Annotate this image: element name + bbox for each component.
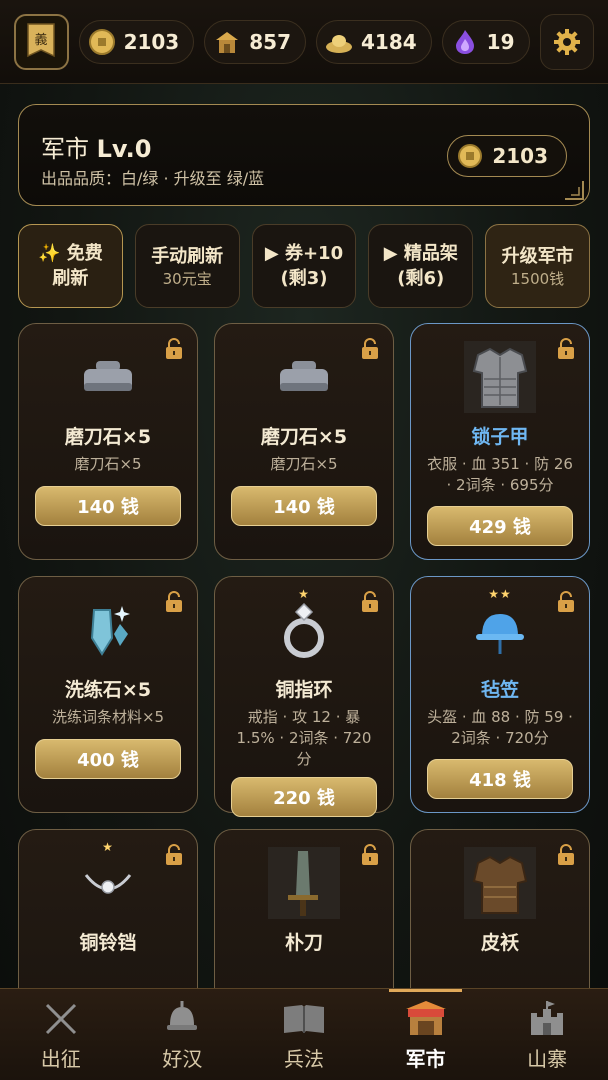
ring-icon [267, 593, 341, 667]
buy-button[interactable]: 429 钱 [427, 506, 573, 546]
item-card[interactable]: 朴刀 [214, 829, 394, 988]
svg-text:義: 義 [35, 32, 48, 48]
unlock-icon[interactable] [359, 844, 381, 866]
nav-item-market[interactable]: 军市 [365, 989, 487, 1080]
coin-icon [458, 144, 483, 168]
whetstone-icon [71, 340, 145, 414]
item-name: 铜指环 [275, 679, 333, 701]
item-desc: 磨刀石×5 [270, 455, 338, 473]
item-card[interactable]: 皮袄 [410, 829, 590, 988]
buy-button[interactable]: 140 钱 [35, 486, 181, 526]
market-header: 军市 Lv.0 出品品质：白/绿 · 升级至 绿/蓝 2103 [18, 104, 590, 206]
buy-button[interactable]: 140 钱 [231, 486, 377, 526]
helmet-icon [160, 997, 204, 1041]
market-coin-badge: 2103 [447, 135, 567, 177]
item-desc: 衣服 · 血 351 · 防 26 · 2词条 · 695分 [427, 455, 573, 494]
top-bar: 義 2103 857 4184 19 [0, 0, 608, 84]
coin-value: 2103 [123, 29, 180, 54]
nav-item-fortress[interactable]: 山寨 [486, 989, 608, 1080]
manual-refresh-button[interactable]: 手动刷新 30元宝 [134, 224, 240, 308]
necklace-icon [71, 846, 145, 920]
item-name: 磨刀石×5 [64, 426, 152, 448]
unlock-icon[interactable] [163, 338, 185, 360]
coin-icon [88, 28, 116, 56]
nav-item-heroes[interactable]: 好汉 [122, 989, 244, 1080]
bottom-nav: 出征 好汉 兵法 军市 山寨 [0, 988, 608, 1080]
buy-button[interactable]: 400 钱 [35, 739, 181, 779]
item-card[interactable]: ★★ 毡笠 头盔 · 血 88 · 防 59 · 2词条 · 720分 418 … [410, 576, 590, 813]
item-card[interactable]: 锁子甲 衣服 · 血 351 · 防 26 · 2词条 · 695分 429 钱 [410, 323, 590, 560]
upgrade-market-button[interactable]: 升级军市 1500钱 [485, 224, 590, 308]
crystal-counter[interactable]: 19 [441, 19, 530, 64]
item-name: 毡笠 [480, 679, 519, 701]
item-desc: 洗练词条材料×5 [51, 708, 165, 726]
item-name: 锁子甲 [471, 426, 529, 448]
silver-value: 4184 [360, 29, 417, 54]
market-actions: ✨ 免费 刷新 手动刷新 30元宝 ▶ 券+10 (剩3) ▶ 精品架 (剩6) 升级军… [18, 224, 590, 308]
grain-value: 857 [249, 29, 291, 54]
crystal-value: 19 [486, 29, 515, 54]
market-stall-icon [404, 997, 448, 1041]
item-card[interactable]: 磨刀石×5 磨刀石×5 140 钱 [18, 323, 198, 560]
silver-counter[interactable]: 4184 [315, 19, 432, 64]
free-refresh-button[interactable]: ✨ 免费 刷新 [18, 224, 123, 308]
unlock-icon[interactable] [163, 591, 185, 613]
item-name: 朴刀 [284, 932, 323, 954]
avatar[interactable]: 義 [14, 13, 69, 70]
settings-button[interactable] [539, 13, 594, 70]
blade-icon [267, 846, 341, 920]
unlock-icon[interactable] [555, 844, 577, 866]
whetstone-icon [267, 340, 341, 414]
item-name: 铜铃铛 [79, 932, 137, 954]
crystal-icon [71, 593, 145, 667]
item-desc: 戒指 · 攻 12 · 暴 1.5% · 2词条 · 720 分 [236, 708, 372, 768]
item-grid: 磨刀石×5 磨刀石×5 140 钱 磨刀石×5 磨刀石×5 140 钱 锁子甲 … [18, 323, 590, 988]
leather-armor-icon [463, 846, 537, 920]
buy-button[interactable]: 220 钱 [231, 777, 377, 817]
chainmail-icon [463, 340, 537, 414]
gear-icon [553, 28, 580, 55]
unlock-icon[interactable] [359, 338, 381, 360]
book-icon [282, 997, 326, 1041]
item-card[interactable]: ★ 铜铃铛 [18, 829, 198, 988]
market-title: 军市 Lv.0 [41, 135, 152, 163]
coupon-ad-button[interactable]: ▶ 券+10 (剩3) [251, 224, 357, 308]
item-desc: 头盔 · 血 88 · 防 59 · 2词条 · 720分 [427, 708, 573, 747]
ingot-icon [325, 28, 353, 56]
nav-item-expedition[interactable]: 出征 [0, 989, 122, 1080]
crossed-swords-icon [39, 997, 83, 1041]
item-name: 皮袄 [480, 932, 519, 954]
item-name: 磨刀石×5 [260, 426, 348, 448]
banner-icon: 義 [27, 22, 56, 57]
coin-counter[interactable]: 2103 [78, 19, 195, 64]
hat-icon [463, 593, 537, 667]
purple-flame-icon [451, 28, 479, 56]
item-card[interactable]: 磨刀石×5 磨刀石×5 140 钱 [214, 323, 394, 560]
premium-shelf-button[interactable]: ▶ 精品架 (剩6) [368, 224, 474, 308]
item-card[interactable]: 洗练石×5 洗练词条材料×5 400 钱 [18, 576, 198, 813]
item-card[interactable]: ★ 铜指环 戒指 · 攻 12 · 暴 1.5% · 2词条 · 720 分 2… [214, 576, 394, 817]
item-name: 洗练石×5 [64, 679, 152, 701]
granary-icon [213, 28, 241, 56]
market-quality-info: 出品品质：白/绿 · 升级至 绿/蓝 [41, 169, 265, 188]
grain-counter[interactable]: 857 [204, 19, 306, 64]
nav-item-tactics[interactable]: 兵法 [243, 989, 365, 1080]
fortress-icon [525, 997, 569, 1041]
corner-ornament-icon [565, 181, 584, 200]
item-desc: 磨刀石×5 [74, 455, 142, 473]
unlock-icon[interactable] [555, 338, 577, 360]
buy-button[interactable]: 418 钱 [427, 759, 573, 799]
